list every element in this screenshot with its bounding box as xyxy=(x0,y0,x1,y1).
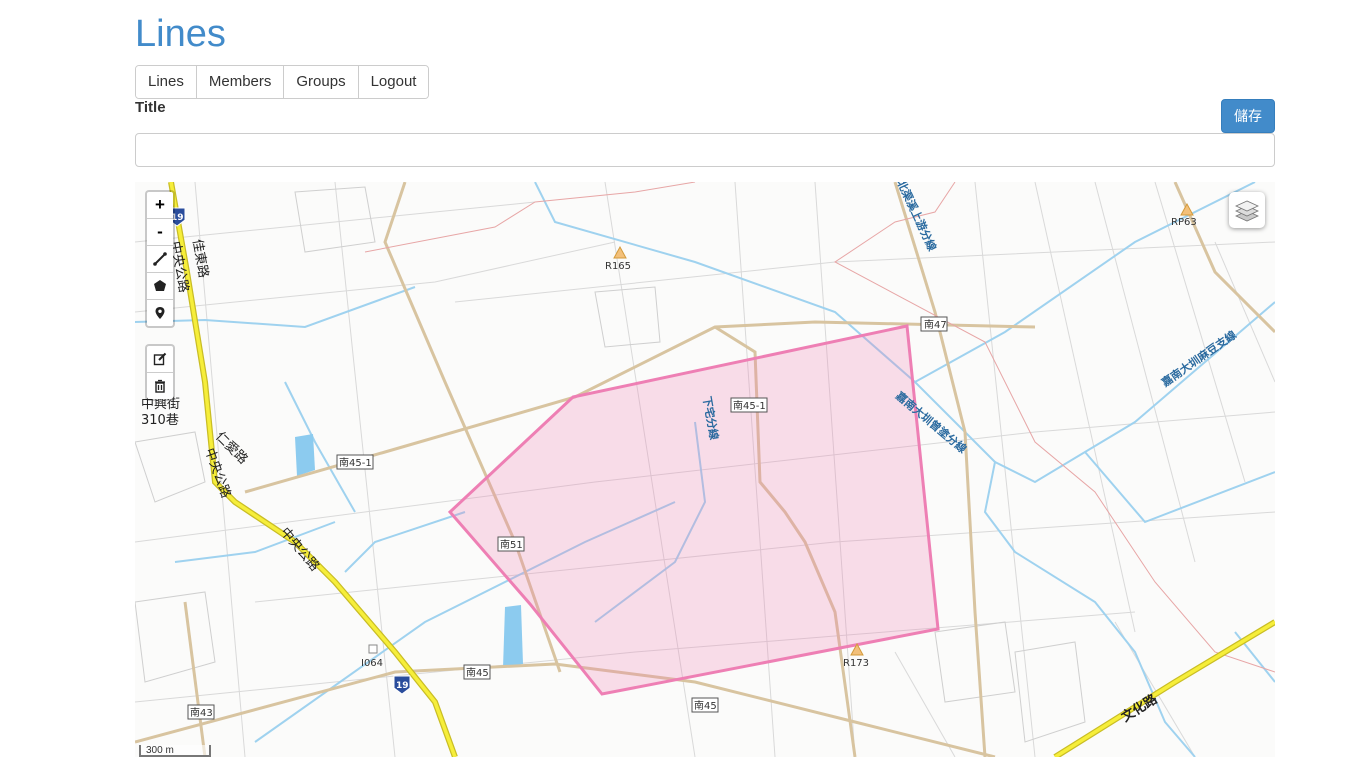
svg-text:R173: R173 xyxy=(843,658,869,669)
polyline-icon xyxy=(153,252,167,266)
svg-text:南43: 南43 xyxy=(190,706,213,719)
svg-text:南45-1: 南45-1 xyxy=(733,399,766,412)
edit-layers-button[interactable] xyxy=(147,346,173,373)
draw-polygon-button[interactable] xyxy=(147,273,173,300)
marker-icon xyxy=(155,307,165,319)
svg-text:南45-1: 南45-1 xyxy=(339,456,372,469)
svg-text:南45: 南45 xyxy=(694,699,717,712)
road-shield: 南51 xyxy=(497,536,525,552)
title-input[interactable] xyxy=(135,133,1275,167)
zoom-out-button[interactable]: - xyxy=(147,219,173,246)
nav-members-button[interactable]: Members xyxy=(196,66,285,98)
map-toolbar-edit xyxy=(145,344,175,401)
drawn-polygon[interactable] xyxy=(447,324,940,696)
title-label: Title xyxy=(135,99,166,116)
svg-text:中央公路: 中央公路 xyxy=(277,524,323,574)
page-title: Lines xyxy=(135,13,226,55)
draw-marker-button[interactable] xyxy=(147,300,173,326)
nav-logout-button[interactable]: Logout xyxy=(358,66,429,98)
svg-text:南51: 南51 xyxy=(500,538,523,551)
svg-text:南47: 南47 xyxy=(924,318,947,331)
draw-polyline-button[interactable] xyxy=(147,246,173,273)
zoom-in-button[interactable]: + xyxy=(147,192,173,219)
layers-icon xyxy=(1235,200,1259,222)
svg-text:南45: 南45 xyxy=(466,666,489,679)
main-nav: Lines Members Groups Logout xyxy=(135,65,430,99)
polygon-icon xyxy=(154,280,166,291)
svg-text:嘉南大圳麻豆支線: 嘉南大圳麻豆支線 xyxy=(1158,328,1239,391)
map-tiles: R165 RP63 R173 I064 南47 南45-1 南45-1 南51 … xyxy=(135,182,1275,757)
svg-text:RP63: RP63 xyxy=(1171,217,1197,228)
pond xyxy=(503,605,523,668)
survey-marker: R165 xyxy=(605,245,631,272)
layers-control-button[interactable] xyxy=(1229,192,1265,228)
svg-text:北渠溪上游分線: 北渠溪上游分線 xyxy=(894,182,939,253)
map-toolbar-draw: + - xyxy=(145,190,175,328)
svg-text:19: 19 xyxy=(396,681,409,691)
road-shield: 南45-1 xyxy=(336,454,374,470)
road-shield: 南45 xyxy=(463,664,491,680)
nav-lines-button[interactable]: Lines xyxy=(136,66,197,98)
road-shield: 南45-1 xyxy=(730,397,768,413)
svg-text:佳東路: 佳東路 xyxy=(189,238,212,279)
road-shield: 南47 xyxy=(920,316,948,332)
map-scale-bar: 300 m xyxy=(139,745,211,757)
trash-icon xyxy=(155,379,165,393)
svg-text:310巷: 310巷 xyxy=(141,413,179,428)
nav-groups-button[interactable]: Groups xyxy=(284,66,359,98)
svg-text:R165: R165 xyxy=(605,261,631,272)
map-view[interactable]: R165 RP63 R173 I064 南47 南45-1 南45-1 南51 … xyxy=(135,182,1275,757)
survey-marker: RP63 xyxy=(1171,202,1197,228)
delete-layers-button[interactable] xyxy=(147,373,173,399)
edit-icon xyxy=(153,352,167,366)
road-shield: 南43 xyxy=(187,704,215,720)
survey-marker: I064 xyxy=(361,644,383,669)
svg-text:I064: I064 xyxy=(361,658,383,669)
pond xyxy=(295,434,315,476)
highway-shield: 19 xyxy=(393,675,411,695)
road-shield: 南45 xyxy=(691,697,719,713)
save-button[interactable]: 儲存 xyxy=(1221,99,1275,133)
